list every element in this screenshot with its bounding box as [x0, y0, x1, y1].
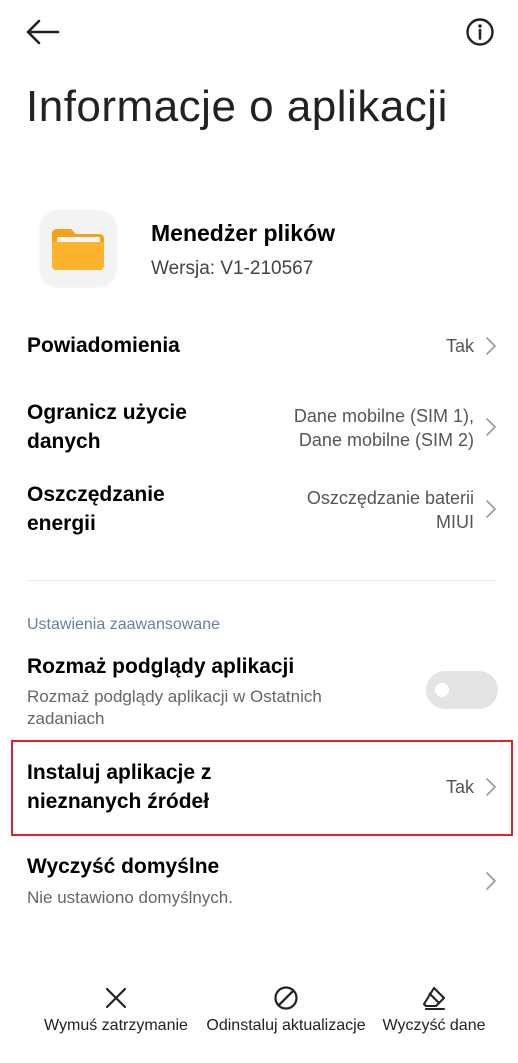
battery-value: Oszczędzanie baterii MIUI [307, 486, 474, 534]
chevron-right-icon [486, 337, 496, 355]
app-icon [40, 210, 116, 286]
blur-previews-toggle[interactable] [426, 671, 498, 709]
app-version: Wersja: V1-210567 [151, 258, 314, 279]
chevron-right-icon [486, 872, 496, 890]
blur-previews-subtitle-line1: Rozmaż podglądy aplikacji w Ostatnich [27, 687, 322, 706]
info-button[interactable] [464, 16, 496, 48]
folder-icon [52, 229, 104, 270]
clear-defaults-row[interactable]: Wyczyść domyślne Nie ustawiono domyślnyc… [0, 850, 518, 914]
clear-defaults-title: Wyczyść domyślne [27, 855, 220, 878]
blur-previews-title: Rozmaż podglądy aplikacji [27, 655, 295, 678]
chevron-right-icon [486, 418, 496, 436]
data-usage-value: Dane mobilne (SIM 1), Dane mobilne (SIM … [294, 404, 474, 452]
uninstall-updates-label: Odinstaluj aktualizacje [206, 1017, 366, 1034]
highlight-box [11, 740, 513, 836]
block-icon [274, 986, 298, 1010]
data-usage-value-line1: Dane mobilne (SIM 1), [293, 406, 474, 426]
arrow-left-icon [26, 19, 60, 45]
section-label-advanced: Ustawienia zaawansowane [27, 616, 220, 633]
clear-data-label: Wyczyść dane [382, 1017, 486, 1034]
close-icon [105, 987, 127, 1009]
data-usage-title-line2: danych [27, 430, 101, 453]
data-usage-title-line1: Ogranicz użycie [27, 401, 187, 424]
eraser-icon [422, 986, 446, 1011]
notifications-row[interactable]: Powiadomienia Tak [0, 326, 518, 366]
data-usage-value-line2: Dane mobilne (SIM 2) [298, 430, 474, 450]
toggle-knob [435, 683, 449, 697]
force-stop-button[interactable]: Wymuś zatrzymanie [36, 975, 196, 1035]
force-stop-label: Wymuś zatrzymanie [44, 1017, 188, 1034]
app-info-screen: Informacje o aplikacji Menedżer plików W… [0, 0, 518, 1063]
data-usage-row[interactable]: Ogranicz użycie danych Dane mobilne (SIM… [0, 398, 518, 458]
battery-title: Oszczędzanie energii [27, 480, 165, 538]
data-usage-title: Ogranicz użycie danych [27, 398, 187, 456]
blur-previews-subtitle: Rozmaż podglądy aplikacji w Ostatnich za… [27, 686, 322, 730]
clear-defaults-subtitle: Nie ustawiono domyślnych. [27, 888, 233, 907]
page-title: Informacje o aplikacji [26, 82, 448, 131]
battery-value-line1: Oszczędzanie baterii [306, 488, 474, 508]
uninstall-updates-button[interactable]: Odinstaluj aktualizacje [200, 975, 372, 1035]
notifications-title: Powiadomienia [27, 334, 180, 357]
divider [27, 580, 497, 581]
clear-data-button[interactable]: Wyczyść dane [378, 975, 490, 1035]
battery-row[interactable]: Oszczędzanie energii Oszczędzanie bateri… [0, 480, 518, 540]
info-icon [466, 18, 494, 46]
top-bar [0, 0, 518, 64]
notifications-value: Tak [445, 336, 474, 356]
battery-title-line1: Oszczędzanie [27, 483, 165, 506]
battery-title-line2: energii [27, 512, 96, 535]
app-header: Menedżer plików Wersja: V1-210567 [40, 210, 500, 288]
blur-previews-subtitle-line2: zadaniach [27, 709, 105, 728]
chevron-right-icon [486, 500, 496, 518]
bottom-action-bar: Wymuś zatrzymanie Odinstaluj aktualizacj… [0, 975, 518, 1063]
app-name: Menedżer plików [151, 220, 336, 246]
back-button[interactable] [24, 14, 64, 50]
battery-value-line2: MIUI [436, 512, 474, 532]
